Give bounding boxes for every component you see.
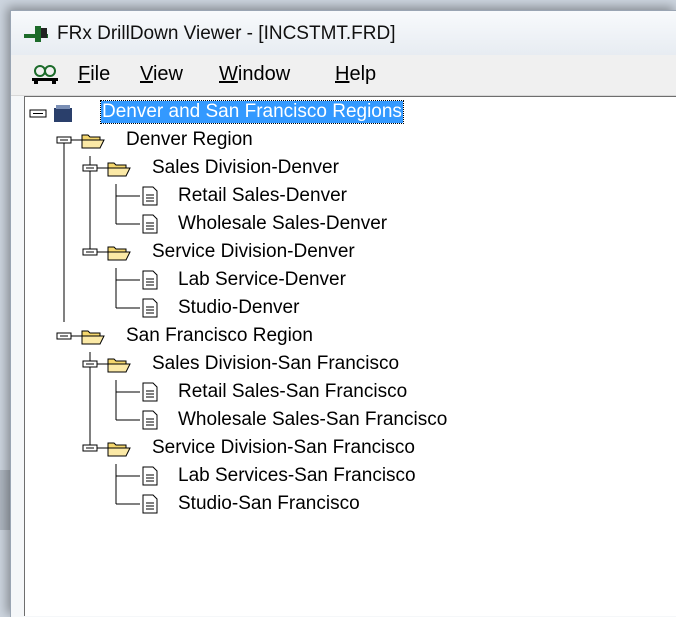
document-icon — [142, 494, 158, 514]
document-icon — [142, 298, 158, 318]
document-icon — [142, 382, 158, 402]
folder-open-icon — [82, 162, 131, 177]
folder-open-icon — [56, 330, 105, 345]
document-icon — [142, 410, 158, 430]
tree-connectors — [63, 139, 140, 505]
tree-node-lab-denver[interactable]: Lab Service-Denver — [178, 269, 346, 291]
tree-node-service-denver[interactable]: Service Division-Denver — [152, 241, 355, 263]
tree-node-retail-sf[interactable]: Retail Sales-San Francisco — [178, 381, 407, 403]
tree-node-sales-denver[interactable]: Sales Division-Denver — [152, 157, 339, 179]
tree-node-sf-region[interactable]: San Francisco Region — [126, 325, 313, 347]
tree-node-studio-sf[interactable]: Studio-San Francisco — [178, 493, 360, 515]
document-icon — [142, 270, 158, 290]
folder-open-icon — [82, 442, 131, 457]
tree-node-lab-sf[interactable]: Lab Services-San Francisco — [178, 465, 416, 487]
document-icon — [142, 214, 158, 234]
tree-node-sales-sf[interactable]: Sales Division-San Francisco — [152, 353, 399, 375]
tree-node-studio-denver[interactable]: Studio-Denver — [178, 297, 299, 319]
folder-open-icon — [82, 246, 131, 261]
folder-open-icon — [56, 134, 105, 149]
tree-node-denver-region[interactable]: Denver Region — [126, 129, 253, 151]
tree-node-wholesale-sf[interactable]: Wholesale Sales-San Francisco — [178, 409, 447, 431]
document-icon — [142, 186, 158, 206]
root-node-icons — [29, 105, 72, 122]
tree-node-retail-denver[interactable]: Retail Sales-Denver — [178, 185, 347, 207]
tree-node-wholesale-denver[interactable]: Wholesale Sales-Denver — [178, 213, 387, 235]
folder-open-icon — [82, 358, 131, 373]
tree-node-root[interactable]: Denver and San Francisco Regions — [100, 100, 404, 124]
tree-node-service-sf[interactable]: Service Division-San Francisco — [152, 437, 415, 459]
document-icon — [142, 466, 158, 486]
